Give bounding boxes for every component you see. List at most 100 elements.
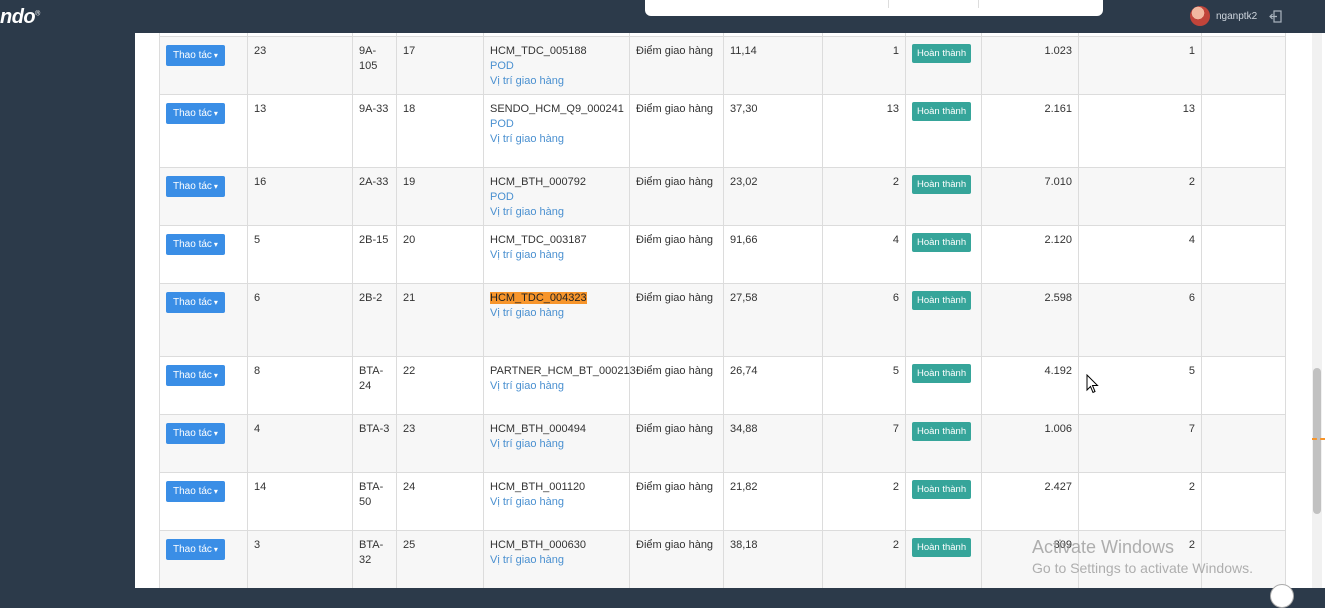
- empty-cell: [1201, 225, 1286, 284]
- stop-cell: 19: [396, 167, 484, 226]
- dropdown-panel: [645, 0, 1103, 16]
- action-dropdown-button[interactable]: Thao tác ▾: [166, 176, 225, 197]
- order-code: HCM_TDC_004323: [490, 292, 587, 304]
- count-cell: 2: [1078, 472, 1202, 531]
- table-row: Thao tác ▾ 8 BTA-24 22 PARTNER_HCM_BT_000213 V…: [159, 356, 1286, 415]
- distance-cell: 26,74: [723, 356, 823, 415]
- empty-cell: [1201, 472, 1286, 531]
- slot-cell: 9A-105: [352, 36, 397, 95]
- distance-cell: 21,82: [723, 472, 823, 531]
- action-dropdown-button[interactable]: Thao tác ▾: [166, 45, 225, 66]
- location-link[interactable]: Vị trí giao hàng: [490, 248, 623, 263]
- quantity-cell: 5: [822, 356, 906, 415]
- chevron-down-icon: ▾: [213, 109, 218, 118]
- action-label: Thao tác: [173, 370, 212, 381]
- order-code-cell: SENDO_HCM_Q9_000241 POD Vị trí giao hàng: [483, 94, 630, 168]
- action-dropdown-button[interactable]: Thao tác ▾: [166, 103, 225, 124]
- action-dropdown-button[interactable]: Thao tác ▾: [166, 365, 225, 386]
- status-cell: Hoàn thành: [905, 356, 982, 415]
- table-row: Thao tác ▾ 4 BTA-3 23 HCM_BTH_000494 Vị trí gi…: [159, 414, 1286, 473]
- status-cell: Hoàn thành: [905, 414, 982, 473]
- username[interactable]: nganptk2: [1216, 11, 1257, 22]
- sequence-cell: 6: [247, 283, 353, 357]
- top-navbar: ndo® nganptk2: [0, 0, 1325, 33]
- quantity-cell: 4: [822, 225, 906, 284]
- stop-cell: 21: [396, 283, 484, 357]
- amount-cell: 7.010: [981, 167, 1079, 226]
- action-label: Thao tác: [173, 50, 212, 61]
- quantity-cell: 2: [822, 472, 906, 531]
- scroll-to-top-button[interactable]: [1270, 584, 1294, 608]
- order-code-cell: HCM_BTH_000494 Vị trí giao hàng: [483, 414, 630, 473]
- sequence-cell: 8: [247, 356, 353, 415]
- status-badge: Hoàn thành: [912, 44, 972, 63]
- main-content: Thao tác ▾ 23 9A-105 17 HCM_TDC_005188 POD Vị t…: [135, 33, 1309, 588]
- amount-cell: 1.006: [981, 414, 1079, 473]
- location-link[interactable]: Vị trí giao hàng: [490, 553, 623, 568]
- status-badge: Hoàn thành: [912, 422, 972, 441]
- bottom-bar: [0, 588, 1325, 596]
- location-link[interactable]: Vị trí giao hàng: [490, 495, 623, 510]
- action-dropdown-button[interactable]: Thao tác ▾: [166, 539, 225, 560]
- sendo-logo[interactable]: ndo®: [0, 6, 40, 29]
- chevron-down-icon: ▾: [213, 371, 218, 380]
- location-link[interactable]: Vị trí giao hàng: [490, 132, 623, 147]
- point-type-cell: Điểm giao hàng: [629, 167, 724, 226]
- order-code: HCM_TDC_005188: [490, 45, 587, 57]
- quantity-cell: 6: [822, 283, 906, 357]
- status-cell: Hoàn thành: [905, 94, 982, 168]
- user-menu[interactable]: nganptk2: [1190, 6, 1282, 26]
- stop-cell: 20: [396, 225, 484, 284]
- action-cell: Thao tác ▾: [159, 36, 248, 95]
- slot-cell: BTA-50: [352, 472, 397, 531]
- logout-icon[interactable]: [1269, 9, 1282, 23]
- point-type-cell: Điểm giao hàng: [629, 225, 724, 284]
- table-row: Thao tác ▾ 5 2B-15 20 HCM_TDC_003187 Vị trí gi…: [159, 225, 1286, 284]
- status-cell: Hoàn thành: [905, 167, 982, 226]
- avatar[interactable]: [1190, 6, 1210, 26]
- status-cell: Hoàn thành: [905, 225, 982, 284]
- order-code-cell: HCM_BTH_000792 POD Vị trí giao hàng: [483, 167, 630, 226]
- logo-text: ndo: [0, 6, 36, 28]
- distance-cell: 38,18: [723, 530, 823, 588]
- order-code: SENDO_HCM_Q9_000241: [490, 103, 624, 115]
- empty-cell: [1201, 283, 1286, 357]
- count-cell: 7: [1078, 414, 1202, 473]
- location-link[interactable]: Vị trí giao hàng: [490, 306, 623, 321]
- location-link[interactable]: Vị trí giao hàng: [490, 437, 623, 452]
- pod-link[interactable]: POD: [490, 190, 623, 205]
- action-cell: Thao tác ▾: [159, 356, 248, 415]
- point-type-cell: Điểm giao hàng: [629, 356, 724, 415]
- order-code-cell: HCM_TDC_003187 Vị trí giao hàng: [483, 225, 630, 284]
- location-link[interactable]: Vị trí giao hàng: [490, 205, 623, 220]
- table-row: Thao tác ▾ 6 2B-2 21 HCM_TDC_004323 Vị trí gia…: [159, 283, 1286, 357]
- slot-cell: BTA-32: [352, 530, 397, 588]
- action-dropdown-button[interactable]: Thao tác ▾: [166, 423, 225, 444]
- sequence-cell: 4: [247, 414, 353, 473]
- status-badge: Hoàn thành: [912, 364, 972, 383]
- amount-cell: 2.598: [981, 283, 1079, 357]
- point-type-cell: Điểm giao hàng: [629, 36, 724, 95]
- stop-cell: 23: [396, 414, 484, 473]
- pod-link[interactable]: POD: [490, 117, 623, 132]
- count-cell: 4: [1078, 225, 1202, 284]
- action-dropdown-button[interactable]: Thao tác ▾: [166, 481, 225, 502]
- status-badge: Hoàn thành: [912, 538, 972, 557]
- location-link[interactable]: Vị trí giao hàng: [490, 379, 623, 394]
- action-label: Thao tác: [173, 297, 212, 308]
- order-code-cell: PARTNER_HCM_BT_000213 Vị trí giao hàng: [483, 356, 636, 415]
- status-cell: Hoàn thành: [905, 530, 982, 588]
- empty-cell: [1201, 36, 1286, 95]
- count-cell: 13: [1078, 94, 1202, 168]
- empty-cell: [1201, 414, 1286, 473]
- status-badge: Hoàn thành: [912, 480, 972, 499]
- action-label: Thao tác: [173, 239, 212, 250]
- location-link[interactable]: Vị trí giao hàng: [490, 74, 623, 89]
- action-dropdown-button[interactable]: Thao tác ▾: [166, 234, 225, 255]
- action-cell: Thao tác ▾: [159, 530, 248, 588]
- distance-cell: 11,14: [723, 36, 823, 95]
- action-dropdown-button[interactable]: Thao tác ▾: [166, 292, 225, 313]
- pod-link[interactable]: POD: [490, 59, 623, 74]
- slot-cell: 2A-33: [352, 167, 397, 226]
- logo-mark: ®: [35, 10, 40, 18]
